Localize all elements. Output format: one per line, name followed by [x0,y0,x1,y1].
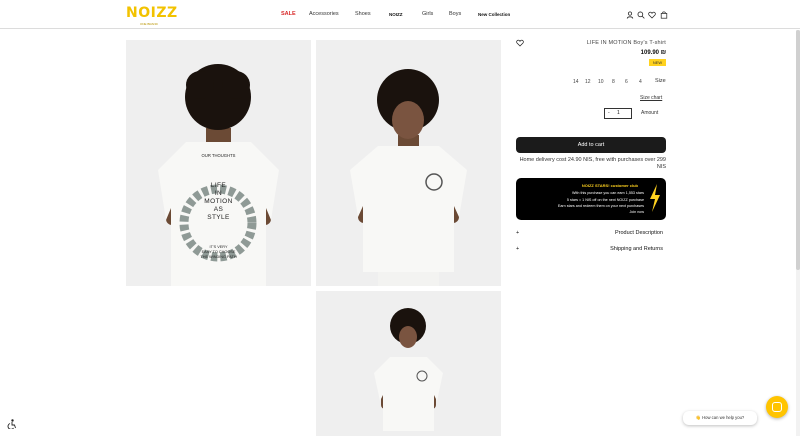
chat-greeting-bubble[interactable]: 👋 How can we help you? [683,411,757,425]
chat-icon [772,402,782,412]
shirt-print-line: AS [213,206,224,213]
product-price: 109.90 ₪ [640,50,666,56]
nav-item-boys[interactable]: Boys [449,11,461,17]
shirt-print-line: THE WINDING PATH [200,255,237,259]
lightning-bolt-icon [650,184,660,212]
size-option[interactable]: 12 [585,79,591,85]
size-label: Size [655,78,666,84]
bag-icon[interactable] [660,11,668,19]
club-join-link[interactable]: Join now [629,210,644,214]
wishlist-heart-icon[interactable] [516,39,524,47]
boy-full-image [316,291,501,436]
size-option[interactable]: 8 [612,79,615,85]
amount-label: Amount [641,110,659,116]
shirt-print-line: STYLE [207,214,230,221]
delivery-info: Home delivery cost 24.90 NIS, free with … [519,157,666,170]
shirt-print-line: IN [214,190,223,197]
quantity-value[interactable]: 1 [617,110,620,116]
heart-icon[interactable] [648,11,656,19]
shirt-print-center: LIFE IN MOTION AS STYLE [126,182,311,222]
accordion-title: Shipping and Returns [610,246,663,252]
shirt-print-line: MOTION [204,198,233,205]
plus-icon: + [516,246,520,252]
plus-icon: + [516,230,520,236]
search-icon[interactable] [637,11,645,19]
new-badge: NEW [649,59,666,66]
club-title: NOIZZ STARS! customer club [581,183,638,188]
nav-item-accessories[interactable]: Accessories [309,11,339,17]
quantity-minus-button[interactable]: - [608,110,610,116]
nav-item-noizz[interactable]: NOIZZ [389,12,403,17]
size-option[interactable]: 4 [639,79,642,85]
accordion-title: Product Description [615,230,663,236]
size-option[interactable]: 6 [625,79,628,85]
boy-front-image [316,40,501,286]
customer-club-banner[interactable]: NOIZZ STARS! customer club With this pur… [516,178,666,220]
scrollbar-thumb[interactable] [796,30,800,270]
user-icon[interactable] [626,11,634,19]
nav-item-new-collection[interactable]: New Collection [478,12,510,17]
main-nav: SALE Accessories Shoes NOIZZ Girls Boys … [0,11,800,19]
accessibility-icon[interactable] [7,419,17,429]
club-line: Earn stars and redeem them on your next … [557,204,644,208]
nav-item-sale[interactable]: SALE [281,11,296,17]
chat-launcher-button[interactable] [766,396,788,418]
accordion-shipping-returns[interactable]: + Shipping and Returns [516,246,666,256]
add-to-cart-button[interactable]: Add to cart [516,137,666,153]
quantity-stepper[interactable]: - 1 [604,108,632,119]
size-option[interactable]: 14 [573,79,579,85]
nav-item-shoes[interactable]: Shoes [355,11,371,17]
shirt-print-line: LIFE [210,182,227,189]
site-header: NOIZZ ONE BRAND SALE Accessories Shoes N… [0,0,800,29]
brand-tagline: ONE BRAND [140,22,158,26]
nav-item-girls[interactable]: Girls [422,11,433,17]
product-title: LIFE IN MOTION Boy's T-shirt [586,40,666,46]
accordion-product-description[interactable]: + Product Description [516,230,666,240]
shirt-print-top: OUR THOUGHTS [201,153,236,158]
product-photo-back[interactable]: OUR THOUGHTS LIFE IN MOTION AS STYLE IT'… [126,40,311,286]
product-photo-front[interactable] [316,40,501,286]
product-photo-full[interactable] [316,291,501,436]
club-line: 5 stars = 1 NIS off on the next NOIZZ pu… [566,198,644,202]
size-chart-link[interactable]: Size chart [640,95,662,101]
shirt-print-bottom: IT'S VERY EASY TO CHOOSE THE WINDING PAT… [126,245,311,260]
club-line: With this purchase you can earn 1,553 st… [572,191,644,195]
size-option[interactable]: 10 [598,79,604,85]
